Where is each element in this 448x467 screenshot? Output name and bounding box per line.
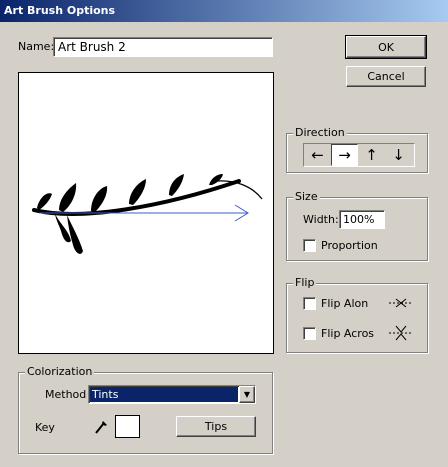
direction-right-glyph: → — [338, 146, 351, 164]
leaf — [67, 215, 83, 254]
proportion-checkbox[interactable] — [303, 239, 316, 252]
arrow-left-icon[interactable]: ← — [304, 144, 331, 166]
name-label-text: Name: — [18, 40, 55, 53]
width-label: Width: — [303, 213, 339, 226]
method-label: Method — [45, 388, 87, 401]
eyedropper-icon[interactable] — [93, 418, 109, 436]
name-input[interactable]: Art Brush 2 — [53, 37, 273, 57]
leaf — [169, 174, 184, 196]
art-brush-illustration — [32, 174, 263, 254]
flip-across-label[interactable]: Flip Acros — [321, 327, 374, 340]
leaf — [129, 179, 146, 205]
direction-legend: Direction — [293, 126, 347, 139]
chevron-down-icon[interactable]: ▼ — [239, 386, 255, 403]
brush-preview — [18, 72, 274, 354]
flip-along-label[interactable]: Flip Alon — [321, 297, 368, 310]
direction-up-glyph: ↑ — [365, 146, 378, 164]
flip-legend: Flip — [293, 276, 317, 289]
proportion-label[interactable]: Proportion — [321, 239, 378, 252]
cancel-button[interactable]: Cancel — [346, 66, 426, 87]
method-select[interactable]: Tints ▼ — [88, 385, 256, 404]
leaf — [55, 214, 71, 243]
method-selected-value: Tints — [90, 387, 238, 402]
window-title: Art Brush Options — [0, 0, 448, 22]
flip-group: Flip Flip Alon Flip Acros — [286, 276, 428, 353]
brush-tail — [216, 180, 263, 200]
leaf — [37, 193, 52, 210]
width-input[interactable]: 100% — [339, 210, 385, 229]
leaf — [91, 186, 108, 212]
tips-button[interactable]: Tips — [176, 416, 256, 437]
arrow-up-icon[interactable]: ↑ — [358, 144, 385, 166]
size-group: Size Width: 100% Proportion — [286, 190, 428, 261]
size-legend: Size — [293, 190, 320, 203]
direction-left-glyph: ← — [311, 146, 324, 164]
direction-down-glyph: ↓ — [392, 146, 405, 164]
flip-along-icon — [389, 298, 413, 308]
key-color-swatch[interactable] — [115, 415, 140, 438]
flip-across-checkbox[interactable] — [303, 327, 316, 340]
key-label: Key — [35, 421, 55, 434]
colorization-group: Colorization Method Tints ▼ Key Tips — [18, 365, 273, 454]
leaf — [59, 183, 77, 212]
flip-across-icon — [389, 325, 413, 341]
arrow-down-icon[interactable]: ↓ — [385, 144, 412, 166]
name-label: Name: — [18, 40, 54, 53]
arrow-right-icon[interactable]: → — [331, 144, 358, 166]
direction-group: Direction ← → ↑ ↓ — [286, 126, 428, 173]
flip-along-checkbox[interactable] — [303, 297, 316, 310]
ok-button[interactable]: OK — [345, 35, 427, 59]
colorization-legend: Colorization — [25, 365, 95, 378]
direction-buttons: ← → ↑ ↓ — [303, 143, 415, 167]
leaf — [209, 174, 223, 185]
